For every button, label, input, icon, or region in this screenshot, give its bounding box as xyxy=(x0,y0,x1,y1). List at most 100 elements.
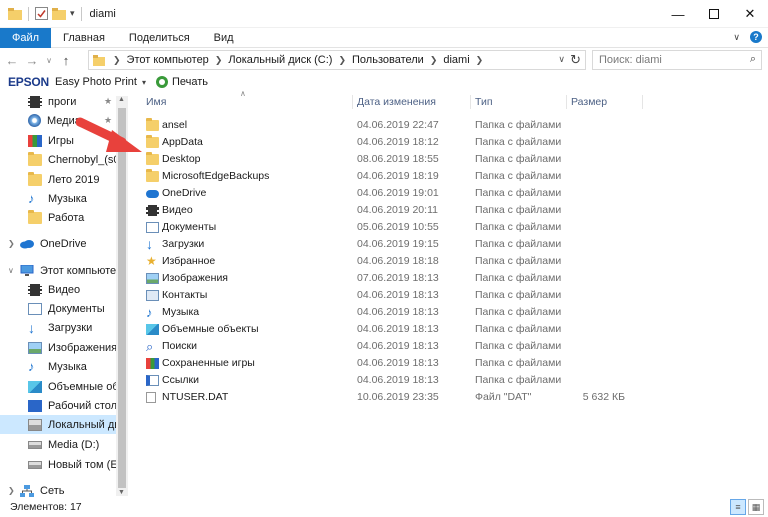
desktop-icon xyxy=(28,399,42,412)
expand-caret-icon[interactable]: ❯ xyxy=(8,486,15,495)
scroll-up-icon[interactable]: ▲ xyxy=(118,96,125,103)
table-row[interactable]: Видео 04.06.2019 20:11 Папка с файлами xyxy=(140,202,740,219)
nav-item-documents[interactable]: Документы xyxy=(28,299,128,318)
nav-item-music[interactable]: ♪ Музыка xyxy=(28,357,128,376)
table-row[interactable]: ↓ Загрузки 04.06.2019 19:15 Папка с файлами xyxy=(140,236,740,253)
search-icon[interactable]: ⌕ xyxy=(750,53,756,66)
refresh-icon[interactable]: ↻ xyxy=(570,52,581,68)
chevron-right-icon[interactable]: ❯ xyxy=(215,55,223,66)
file-type: Папка с файлами xyxy=(475,119,562,131)
chevron-right-icon[interactable]: ❯ xyxy=(476,55,484,66)
nav-item-this-pc[interactable]: Этот компьютер xyxy=(20,261,128,280)
minimize-button[interactable]: — xyxy=(660,0,696,28)
scroll-down-icon[interactable]: ▼ xyxy=(118,489,125,496)
documents-icon xyxy=(146,222,159,233)
table-row[interactable]: Документы 05.06.2019 10:55 Папка с файлами xyxy=(140,219,740,236)
tab-file[interactable]: Файл xyxy=(0,27,52,48)
music-icon: ♪ xyxy=(28,190,35,206)
breadcrumb-this-pc[interactable]: Этот компьютер xyxy=(127,54,209,66)
search-input[interactable]: Поиск: diami ⌕ xyxy=(592,50,762,70)
chevron-right-icon[interactable]: ❯ xyxy=(430,55,438,66)
scrollbar-thumb[interactable] xyxy=(118,108,126,488)
new-folder-icon[interactable] xyxy=(52,7,66,20)
expand-ribbon-icon[interactable]: ∨ xyxy=(733,32,740,43)
chevron-down-icon[interactable]: ▾ xyxy=(142,78,146,87)
details-view-button[interactable]: ≡ xyxy=(730,499,746,515)
table-row[interactable]: Объемные объекты 04.06.2019 18:13 Папка с … xyxy=(140,321,740,338)
table-row[interactable]: OneDrive 04.06.2019 19:01 Папка с файлами xyxy=(140,185,740,202)
nav-item-music-pinned[interactable]: ♪ Музыка xyxy=(28,189,128,208)
nav-item-pictures[interactable]: Изображения xyxy=(28,338,128,357)
column-divider[interactable] xyxy=(470,95,471,109)
folder-icon[interactable] xyxy=(8,7,22,20)
network-icon xyxy=(20,484,34,497)
back-button[interactable]: ← xyxy=(4,50,20,70)
table-row[interactable]: NTUSER.DAT 10.06.2019 23:35 Файл "DAT" 5 63… xyxy=(140,389,740,406)
favorites-icon: ★ xyxy=(146,254,157,268)
breadcrumb-users[interactable]: Пользователи xyxy=(352,54,424,66)
customize-toolbar-icon[interactable]: ▾ xyxy=(70,8,75,19)
properties-icon[interactable] xyxy=(35,7,48,20)
recent-locations-button[interactable]: ∨ xyxy=(44,50,54,70)
breadcrumb-diami[interactable]: diami xyxy=(443,54,469,66)
tab-view[interactable]: Вид xyxy=(202,28,246,48)
nav-item-progi[interactable]: проги xyxy=(28,92,128,111)
window-title: diami xyxy=(89,7,116,20)
nav-item-work[interactable]: Работа xyxy=(28,208,128,227)
expand-caret-icon[interactable]: ∨ xyxy=(8,266,14,275)
file-name: Изображения xyxy=(162,272,228,284)
nav-item-network[interactable]: Сеть xyxy=(20,481,128,497)
file-date: 04.06.2019 18:13 xyxy=(357,306,439,318)
column-header-date[interactable]: Дата изменения xyxy=(357,92,436,112)
table-row[interactable]: Контакты 04.06.2019 18:13 Папка с файлами xyxy=(140,287,740,304)
up-button[interactable]: ↑ xyxy=(58,50,74,70)
close-button[interactable]: ✕ xyxy=(732,0,768,28)
chevron-right-icon[interactable]: ❯ xyxy=(338,55,346,66)
back-arrow-icon: ← xyxy=(5,52,19,68)
video-icon xyxy=(28,283,42,296)
nav-item-3d-objects[interactable]: Объемные объ xyxy=(28,377,128,396)
nav-item-local-disk-c[interactable]: Локальный дис xyxy=(0,415,126,434)
expand-caret-icon[interactable]: ❯ xyxy=(8,239,15,248)
tab-share[interactable]: Поделиться xyxy=(117,28,202,48)
table-row[interactable]: Desktop 08.06.2019 18:55 Папка с файлами xyxy=(140,151,740,168)
table-row[interactable]: ansel 04.06.2019 22:47 Папка с файлами xyxy=(140,117,740,134)
nav-item-desktop[interactable]: Рабочий стол xyxy=(28,396,128,415)
print-button[interactable]: Печать xyxy=(172,76,208,88)
navigation-bar: ← → ∨ ↑ ❯ Этот компьютер ❯ Локальный дис… xyxy=(0,48,768,72)
file-name: Видео xyxy=(162,204,193,216)
details-view-icon: ≡ xyxy=(735,502,741,512)
nav-item-media-d[interactable]: Media (D:) xyxy=(28,435,128,454)
address-bar[interactable]: ❯ Этот компьютер ❯ Локальный диск (C:) ❯… xyxy=(88,50,586,70)
nav-item-downloads[interactable]: ↓ Загрузки xyxy=(28,318,128,337)
column-header-size[interactable]: Размер xyxy=(571,92,607,112)
address-dropdown-icon[interactable]: ∨ xyxy=(558,54,565,65)
epson-app-button[interactable]: Easy Photo Print xyxy=(55,76,137,88)
column-header-type[interactable]: Тип xyxy=(475,92,493,112)
folder-icon xyxy=(146,135,159,148)
table-row[interactable]: AppData 04.06.2019 18:12 Папка с файлами xyxy=(140,134,740,151)
help-icon[interactable]: ? xyxy=(750,31,762,43)
nav-item-new-volume-e[interactable]: Новый том (E:) xyxy=(28,455,128,474)
column-divider[interactable] xyxy=(642,95,643,109)
table-row[interactable]: Ссылки 04.06.2019 18:13 Папка с файлами xyxy=(140,372,740,389)
table-row[interactable]: ⌕ Поиски 04.06.2019 18:13 Папка с файлами xyxy=(140,338,740,355)
breadcrumb-local-disk[interactable]: Локальный диск (C:) xyxy=(228,54,332,66)
nav-item-video[interactable]: Видео xyxy=(28,280,128,299)
tab-home[interactable]: Главная xyxy=(51,28,117,48)
file-type: Файл "DAT" xyxy=(475,391,532,403)
nav-item-label: OneDrive xyxy=(40,237,87,250)
nav-item-summer-2019[interactable]: Лето 2019 xyxy=(28,170,128,189)
table-row[interactable]: Изображения 07.06.2019 18:13 Папка с файла… xyxy=(140,270,740,287)
column-divider[interactable] xyxy=(352,95,353,109)
forward-button[interactable]: → xyxy=(24,50,40,70)
column-header-name[interactable]: Имя xyxy=(146,92,166,112)
table-row[interactable]: ♪ Музыка 04.06.2019 18:13 Папка с файлами xyxy=(140,304,740,321)
table-row[interactable]: Сохраненные игры 04.06.2019 18:13 Папка с … xyxy=(140,355,740,372)
maximize-button[interactable] xyxy=(696,0,732,28)
column-divider[interactable] xyxy=(566,95,567,109)
nav-item-onedrive[interactable]: OneDrive xyxy=(20,234,128,253)
large-icons-view-button[interactable]: ▦ xyxy=(748,499,764,515)
table-row[interactable]: ★ Избранное 04.06.2019 18:18 Папка с файлам… xyxy=(140,253,740,270)
table-row[interactable]: MicrosoftEdgeBackups 04.06.2019 18:19 Папк… xyxy=(140,168,740,185)
